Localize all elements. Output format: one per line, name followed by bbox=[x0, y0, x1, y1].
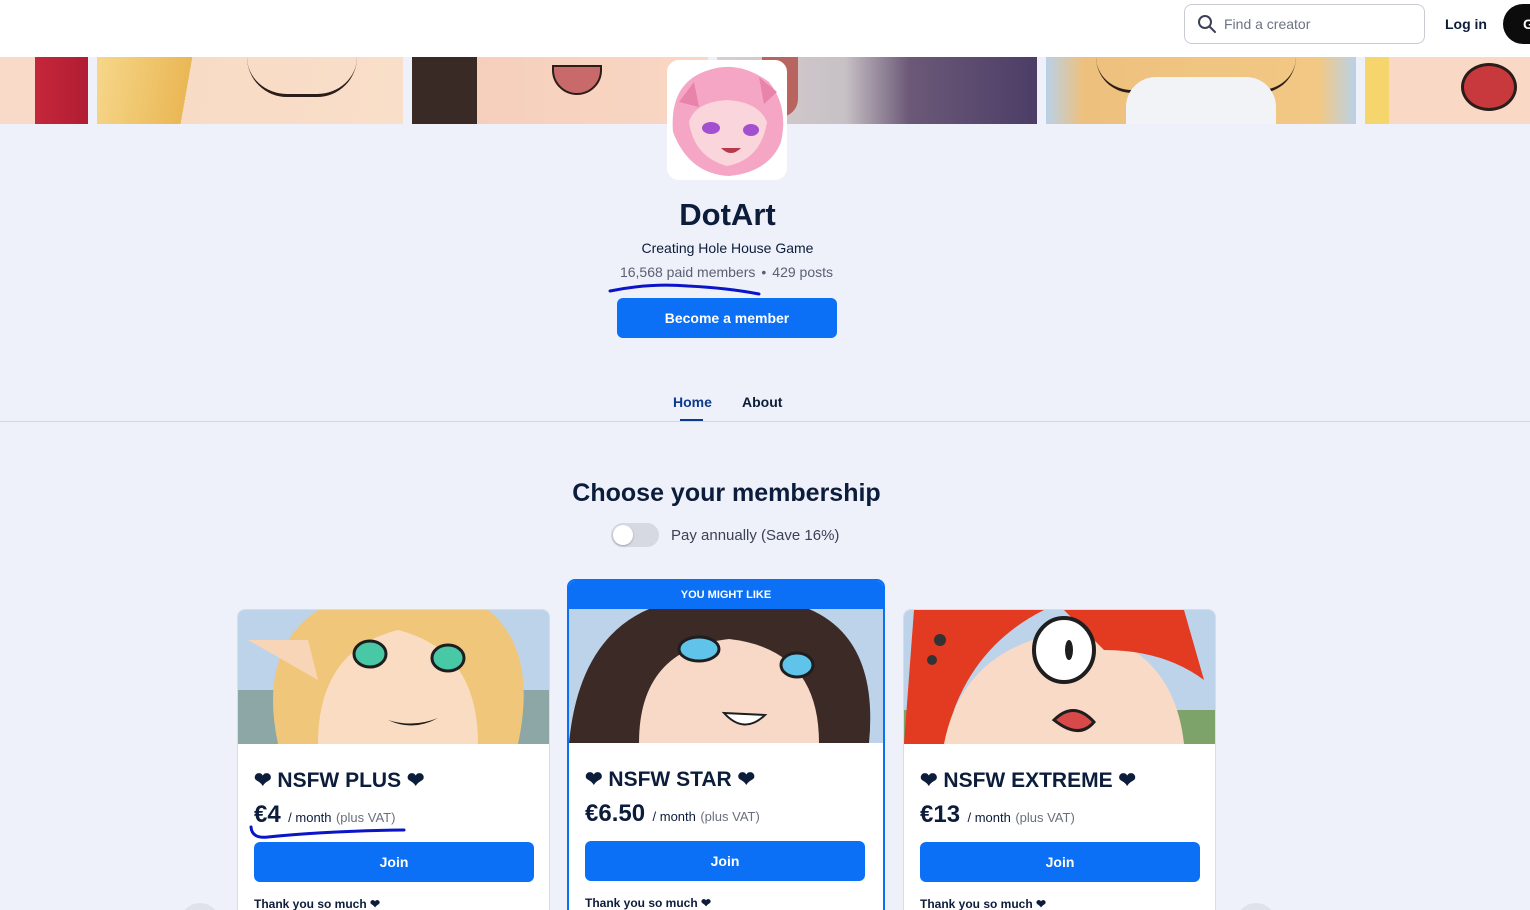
posts-count: 429 posts bbox=[772, 264, 834, 280]
tier-name: ❤ NSFW PLUS ❤ bbox=[254, 769, 425, 792]
search-field[interactable] bbox=[1184, 4, 1425, 44]
tier-price: €4 bbox=[254, 801, 281, 828]
tier-vat-note: (plus VAT) bbox=[335, 810, 396, 825]
tier-image bbox=[238, 610, 549, 744]
carousel-prev-button[interactable] bbox=[180, 903, 220, 910]
toggle-knob bbox=[613, 525, 633, 545]
tier-vat-note: (plus VAT) bbox=[700, 809, 760, 824]
tier-name: ❤ NSFW EXTREME ❤ bbox=[920, 769, 1137, 792]
paid-members-count: 16,568 paid members bbox=[619, 264, 756, 280]
tier-period: / month bbox=[288, 810, 332, 825]
top-navigation-bar: Log in G bbox=[0, 0, 1530, 57]
tier-description: Thank you so much ❤ bbox=[920, 897, 1047, 910]
stats-separator: • bbox=[761, 264, 767, 280]
tier-price: €13 bbox=[920, 801, 961, 828]
tier-image bbox=[904, 610, 1215, 744]
tier-vat-note: (plus VAT) bbox=[1015, 810, 1075, 825]
recommended-badge: YOU MIGHT LIKE bbox=[569, 581, 883, 609]
pay-annually-label: Pay annually (Save 16%) bbox=[671, 527, 840, 544]
banner-panel bbox=[0, 57, 88, 124]
search-input[interactable] bbox=[1224, 16, 1414, 32]
tier-description: Thank you so much ❤ bbox=[585, 896, 712, 910]
banner-panel bbox=[412, 57, 708, 124]
annotation-underline bbox=[249, 825, 406, 839]
become-member-button[interactable]: Become a member bbox=[617, 298, 837, 338]
tier-card-nsfw-extreme: ❤ NSFW EXTREME ❤ €13 / month (plus VAT) … bbox=[903, 609, 1216, 910]
join-button[interactable]: Join bbox=[585, 841, 865, 881]
tier-period: / month bbox=[967, 810, 1011, 825]
creator-name: DotArt bbox=[679, 197, 776, 232]
login-link[interactable]: Log in bbox=[1445, 16, 1487, 32]
get-started-button[interactable]: G bbox=[1503, 4, 1530, 44]
join-button[interactable]: Join bbox=[920, 842, 1200, 882]
tabs-divider bbox=[0, 421, 1530, 422]
tier-card-nsfw-star: YOU MIGHT LIKE ❤ NSFW STAR ❤ €6.50 / mon… bbox=[567, 579, 885, 910]
annotation-underline bbox=[608, 283, 761, 296]
tier-image bbox=[569, 609, 883, 743]
tab-home[interactable]: Home bbox=[673, 394, 712, 410]
tab-about[interactable]: About bbox=[742, 394, 782, 410]
creator-stats: 16,568 paid members • 429 posts bbox=[0, 264, 1453, 280]
pay-annually-toggle[interactable] bbox=[611, 523, 659, 547]
creator-avatar bbox=[667, 60, 787, 180]
tier-price: €6.50 bbox=[585, 800, 646, 827]
join-button[interactable]: Join bbox=[254, 842, 534, 882]
banner-panel bbox=[1046, 57, 1356, 124]
tier-description: Thank you so much ❤ bbox=[254, 897, 381, 910]
tier-name: ❤ NSFW STAR ❤ bbox=[585, 768, 756, 791]
tier-card-nsfw-plus: ❤ NSFW PLUS ❤ €4 / month (plus VAT) Join… bbox=[237, 609, 550, 910]
membership-heading: Choose your membership bbox=[572, 479, 881, 507]
search-icon bbox=[1198, 15, 1216, 33]
creator-tagline: Creating Hole House Game bbox=[641, 240, 814, 256]
banner-panel bbox=[97, 57, 403, 124]
tier-period: / month bbox=[652, 809, 696, 824]
banner-panel bbox=[1365, 57, 1530, 124]
carousel-next-button[interactable] bbox=[1236, 903, 1276, 910]
